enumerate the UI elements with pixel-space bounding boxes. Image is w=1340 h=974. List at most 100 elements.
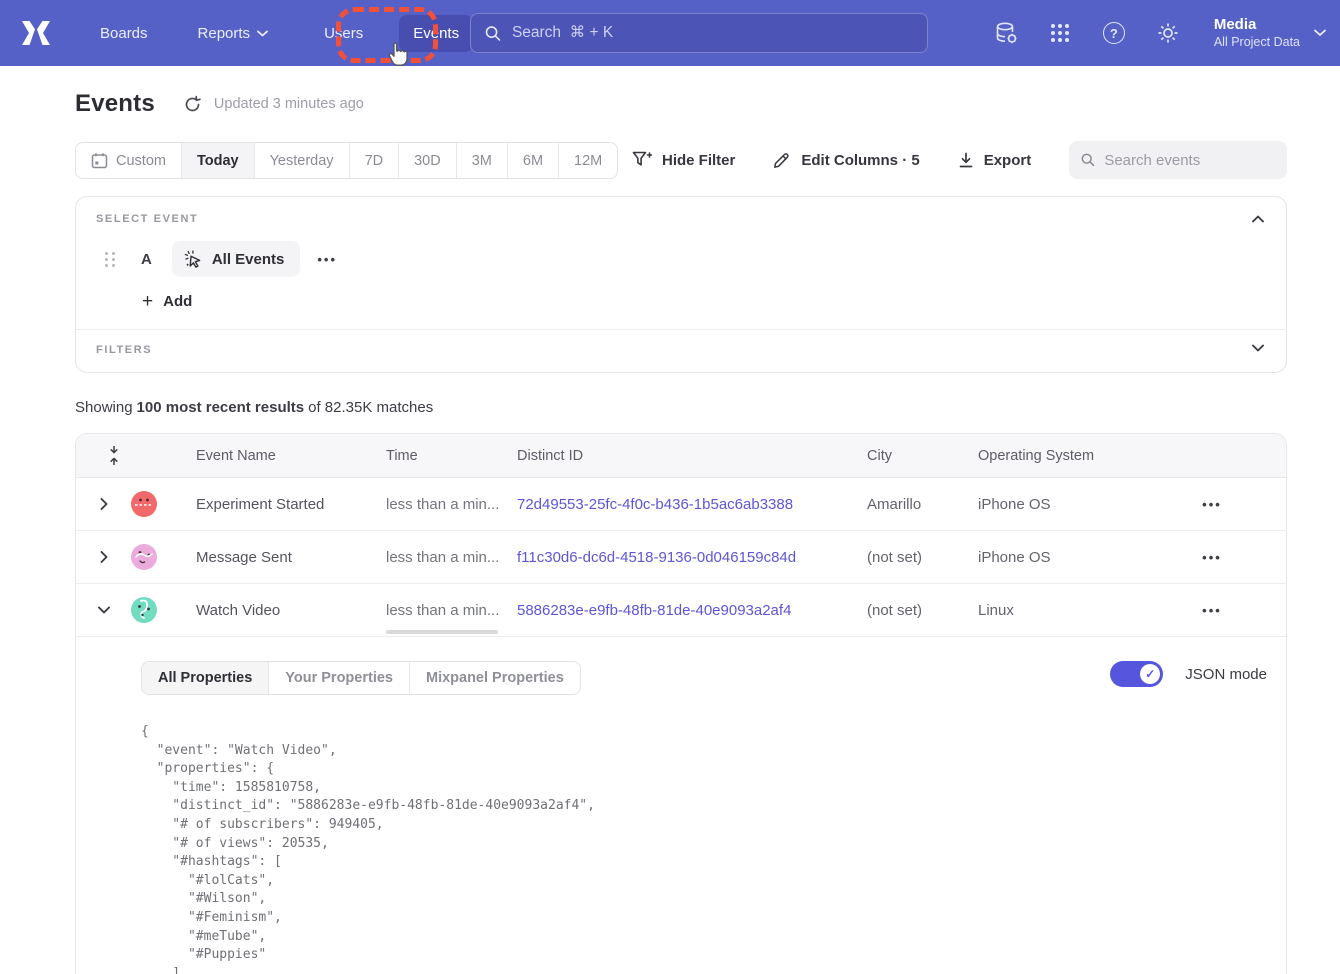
row-more-options-button[interactable]: ••• [1196, 599, 1228, 622]
results-summary-suffix: of 82.35K matches [308, 399, 433, 416]
tab-mixpanel-properties[interactable]: Mixpanel Properties [410, 662, 580, 694]
column-header-event-name: Event Name [196, 448, 386, 464]
properties-tabs: All Properties Your Properties Mixpanel … [141, 661, 581, 695]
edit-columns-label: Edit Columns · 5 [801, 152, 919, 169]
table-header-row: Event Name Time Distinct ID City Operati… [76, 434, 1286, 478]
drag-handle-icon[interactable] [105, 252, 119, 267]
date-range-12m[interactable]: 12M [559, 143, 617, 178]
page-header: Events Updated 3 minutes ago [75, 90, 364, 118]
table-row[interactable]: Experiment Started less than a min... 72… [76, 478, 1286, 531]
search-icon [1081, 152, 1095, 168]
apps-grid-icon[interactable] [1046, 19, 1074, 47]
collapse-section-chevron-up-icon[interactable] [1248, 211, 1268, 227]
export-button[interactable]: Export [958, 152, 1032, 169]
help-question-glyph: ? [1103, 22, 1125, 44]
pencil-icon [773, 151, 791, 169]
event-selector-button[interactable]: All Events [172, 241, 301, 277]
nav-item-reports-label: Reports [198, 25, 251, 42]
nav-item-users[interactable]: Users [310, 15, 377, 52]
events-page: Boards Reports Users Events [0, 0, 1340, 974]
download-icon [958, 152, 974, 169]
nav-item-boards[interactable]: Boards [86, 15, 162, 52]
time-cell: less than a min... [386, 602, 517, 619]
column-header-os: Operating System [978, 448, 1138, 464]
date-range-3m[interactable]: 3M [457, 143, 508, 178]
search-events-input[interactable] [1104, 152, 1275, 169]
step-letter: A [141, 251, 152, 268]
horizontal-scrollbar[interactable] [386, 630, 498, 634]
hide-filter-button[interactable]: Hide Filter [632, 151, 735, 169]
page-title: Events [75, 90, 155, 118]
event-avatar [131, 544, 157, 570]
query-builder-card: SELECT EVENT A All Events ••• + [75, 196, 1287, 373]
edit-columns-button[interactable]: Edit Columns · 5 [773, 151, 919, 169]
event-avatar [131, 491, 157, 517]
tab-all-properties[interactable]: All Properties [142, 662, 269, 694]
table-row[interactable]: Message Sent less than a min... f11c30d6… [76, 531, 1286, 584]
refresh-icon[interactable] [183, 95, 202, 114]
mixpanel-logo-icon[interactable] [19, 19, 53, 47]
nav-item-reports[interactable]: Reports [184, 15, 283, 52]
tab-your-properties[interactable]: Your Properties [269, 662, 410, 694]
distinct-id-link[interactable]: 5886283e-e9fb-48fb-81de-40e9093a2af4 [517, 602, 867, 619]
add-event-button[interactable]: + Add [142, 292, 192, 311]
last-updated-text: Updated 3 minutes ago [214, 96, 364, 112]
expand-filters-chevron-down-icon[interactable] [1248, 340, 1268, 356]
json-mode-toggle[interactable]: ✓ [1110, 661, 1163, 687]
json-mode-label: JSON mode [1185, 666, 1267, 683]
navbar-right: ? Media All Project Data [992, 0, 1326, 66]
add-event-label: Add [163, 293, 192, 310]
chevron-down-icon [1314, 29, 1326, 37]
project-switcher[interactable]: Media All Project Data [1214, 16, 1326, 50]
date-range-today[interactable]: Today [182, 143, 255, 178]
top-navbar: Boards Reports Users Events [0, 0, 1340, 66]
table-row-expanded[interactable]: Watch Video less than a min... 5886283e-… [76, 584, 1286, 637]
event-more-options-button[interactable]: ••• [317, 252, 337, 267]
city-cell: (not set) [867, 602, 978, 619]
column-header-time: Time [386, 448, 517, 464]
date-range-30d[interactable]: 30D [399, 143, 457, 178]
date-range-6m[interactable]: 6M [508, 143, 559, 178]
date-range-custom[interactable]: Custom [76, 143, 182, 178]
select-event-label: SELECT EVENT [96, 213, 1266, 225]
collapse-all-rows-icon[interactable] [96, 446, 131, 465]
city-cell: Amarillo [867, 496, 978, 513]
event-name-cell: Watch Video [196, 602, 386, 619]
calendar-icon [91, 152, 108, 169]
distinct-id-link[interactable]: f11c30d6-dc6d-4518-9136-0d046159c84d [517, 549, 867, 566]
nav-item-events[interactable]: Events [399, 15, 473, 52]
event-step-row: A All Events ••• [96, 241, 337, 277]
row-more-options-button[interactable]: ••• [1196, 493, 1228, 516]
filters-section[interactable]: FILTERS [76, 330, 1286, 372]
os-cell: iPhone OS [978, 549, 1138, 566]
collapse-row-chevron-down-icon[interactable] [76, 606, 131, 614]
row-more-options-button[interactable]: ••• [1196, 546, 1228, 569]
expand-row-chevron-right-icon[interactable] [76, 551, 131, 563]
table-toolbar: Hide Filter Edit Columns · 5 Export [632, 141, 1287, 179]
event-json-view: { "event": "Watch Video", "properties": … [141, 723, 1286, 974]
global-search[interactable] [470, 13, 928, 53]
filters-label: FILTERS [96, 344, 1266, 356]
distinct-id-link[interactable]: 72d49553-25fc-4f0c-b436-1b5ac6ab3388 [517, 496, 867, 513]
os-cell: iPhone OS [978, 496, 1138, 513]
project-name: Media [1214, 16, 1300, 35]
json-mode-control: ✓ JSON mode [1110, 661, 1267, 687]
search-icon [485, 25, 501, 42]
event-name-cell: Experiment Started [196, 496, 386, 513]
search-events-field[interactable] [1069, 141, 1287, 179]
hide-filter-label: Hide Filter [662, 152, 735, 169]
data-management-icon[interactable] [992, 19, 1020, 47]
expand-row-chevron-right-icon[interactable] [76, 498, 131, 510]
events-table: Event Name Time Distinct ID City Operati… [75, 433, 1287, 974]
os-cell: Linux [978, 602, 1138, 619]
column-header-city: City [867, 448, 978, 464]
date-range-yesterday[interactable]: Yesterday [255, 143, 350, 178]
date-range-7d[interactable]: 7D [350, 143, 400, 178]
event-selector-label: All Events [212, 251, 285, 268]
settings-gear-icon[interactable] [1154, 19, 1182, 47]
results-summary: Showing100 most recent resultsof 82.35K … [75, 399, 433, 416]
help-icon[interactable]: ? [1100, 19, 1128, 47]
date-range-custom-label: Custom [116, 153, 166, 169]
event-name-cell: Message Sent [196, 549, 386, 566]
global-search-input[interactable] [512, 24, 913, 42]
